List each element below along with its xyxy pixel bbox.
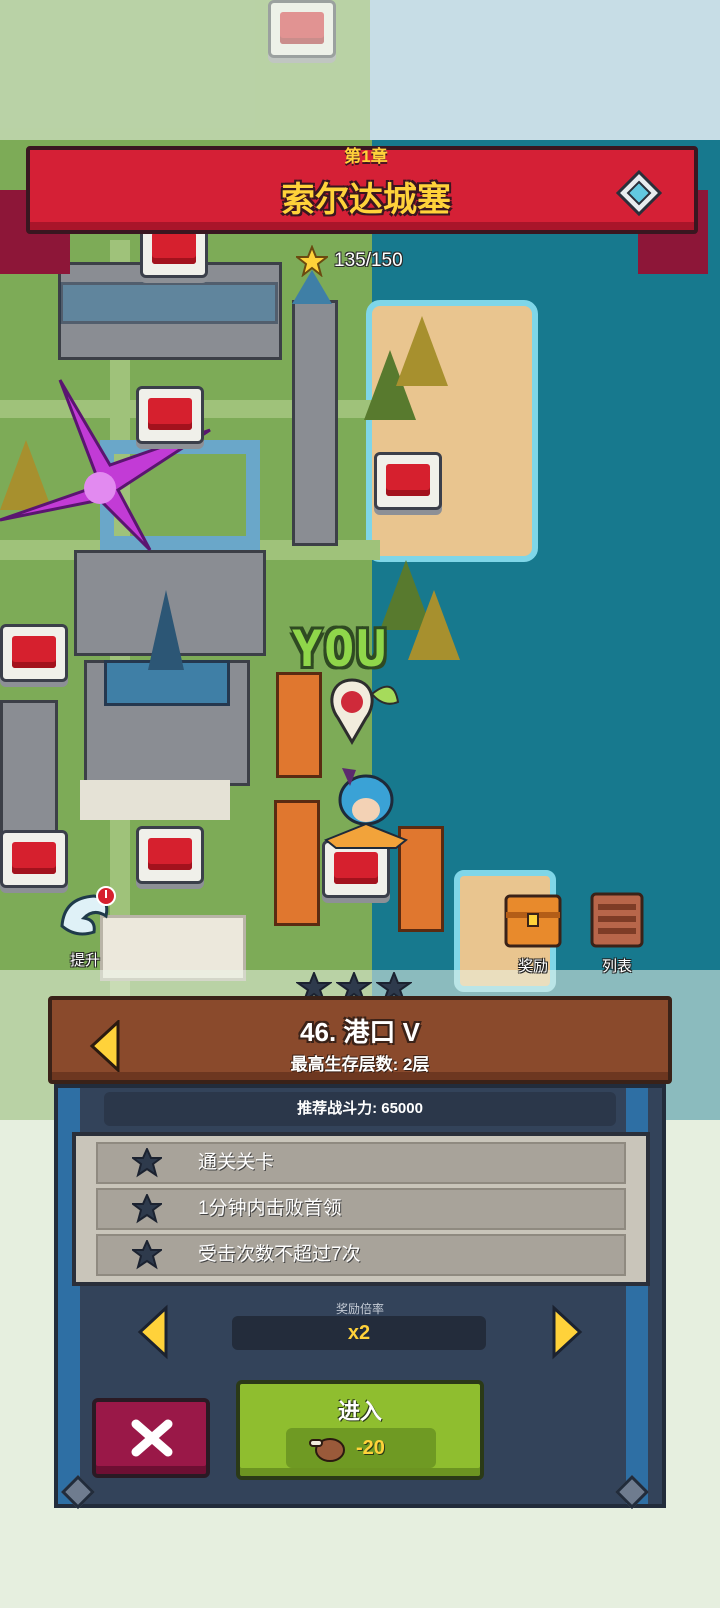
star-progress-text: 135/150 bbox=[334, 250, 403, 271]
stage-node[interactable] bbox=[374, 452, 442, 510]
objective-row: 受击次数不超过7次 bbox=[96, 1234, 626, 1276]
sky-mist bbox=[370, 0, 720, 140]
enter-label: 进入 bbox=[337, 1399, 382, 1424]
objective-row: 通关关卡 bbox=[96, 1142, 626, 1184]
arrow-left-icon bbox=[137, 1304, 168, 1360]
list-button[interactable]: 列表 bbox=[586, 888, 648, 976]
stamina-meat-icon bbox=[309, 1438, 345, 1462]
clock-tower bbox=[292, 300, 338, 546]
location-pin-icon bbox=[330, 678, 400, 745]
chapter-switch-button[interactable] bbox=[615, 169, 663, 217]
stamina-cost-value: -20 bbox=[356, 1437, 385, 1459]
star-icon bbox=[296, 245, 328, 277]
plaza bbox=[80, 780, 230, 820]
upgrade-button[interactable]: 提升 bbox=[54, 886, 116, 970]
best-survival: 最高生存层数: 2层 bbox=[290, 1055, 430, 1074]
star-progress: 135/150 bbox=[296, 244, 403, 278]
banner-body: 第1章 索尔达城塞 bbox=[26, 146, 698, 234]
upgrade-label: 提升 bbox=[69, 952, 100, 969]
close-button[interactable] bbox=[92, 1398, 210, 1478]
objective-row: 1分钟内击败首领 bbox=[96, 1188, 626, 1230]
orange-house bbox=[274, 800, 320, 926]
stage-header-plank: 46. 港口 V 最高生存层数: 2层 bbox=[48, 996, 672, 1084]
stage-title: 46. 港口 V bbox=[300, 1017, 420, 1047]
stage-node[interactable] bbox=[0, 624, 68, 682]
stage-node[interactable] bbox=[0, 830, 68, 888]
objective-text: 受击次数不超过7次 bbox=[198, 1244, 361, 1265]
stamina-cost: -20 bbox=[286, 1428, 436, 1468]
palace-windows bbox=[60, 282, 278, 324]
rewards-label: 奖励 bbox=[517, 958, 548, 975]
list-label: 列表 bbox=[601, 958, 632, 975]
stage-node[interactable] bbox=[136, 826, 204, 884]
close-icon bbox=[131, 1419, 173, 1457]
treasure-chest-icon bbox=[504, 894, 562, 948]
arrow-right-icon bbox=[552, 1304, 583, 1360]
upgrade-wing-icon bbox=[60, 886, 116, 936]
map-fog bbox=[0, 0, 370, 140]
chapter-banner: 第1章 索尔达城塞 bbox=[0, 146, 708, 274]
multiplier-decrease-button[interactable] bbox=[136, 1304, 170, 1360]
beach bbox=[366, 300, 538, 562]
reward-multiplier-label: 奖励倍率 bbox=[335, 1302, 384, 1316]
stage-node[interactable] bbox=[136, 386, 204, 444]
left-tower bbox=[0, 700, 58, 836]
star-empty-icon bbox=[132, 1148, 162, 1178]
recommended-power: 推荐战斗力: 65000 bbox=[104, 1092, 616, 1126]
reward-multiplier-value: x2 bbox=[232, 1316, 486, 1350]
multiplier-increase-button[interactable] bbox=[550, 1304, 584, 1360]
objective-text: 通关关卡 bbox=[198, 1152, 275, 1173]
tree bbox=[396, 316, 448, 386]
list-icon bbox=[590, 892, 644, 948]
objective-text: 1分钟内击败首领 bbox=[198, 1198, 342, 1219]
tree bbox=[408, 590, 460, 660]
chapter-title: 索尔达城塞 bbox=[281, 181, 451, 219]
cathedral-spire bbox=[148, 590, 184, 670]
star-empty-icon bbox=[132, 1194, 162, 1224]
chapter-number: 第1章 bbox=[344, 147, 388, 166]
star-empty-icon bbox=[132, 1240, 162, 1270]
player-marker-label: YOU bbox=[292, 620, 389, 678]
enter-button[interactable]: 进入 -20 bbox=[236, 1380, 484, 1480]
objectives-scroll: 通关关卡 1分钟内击败首领 受击次数不超过7次 bbox=[72, 1132, 650, 1286]
player-avatar-icon bbox=[324, 768, 408, 849]
rewards-button[interactable]: 奖励 bbox=[502, 888, 564, 976]
diamond-switch-icon bbox=[615, 169, 663, 217]
